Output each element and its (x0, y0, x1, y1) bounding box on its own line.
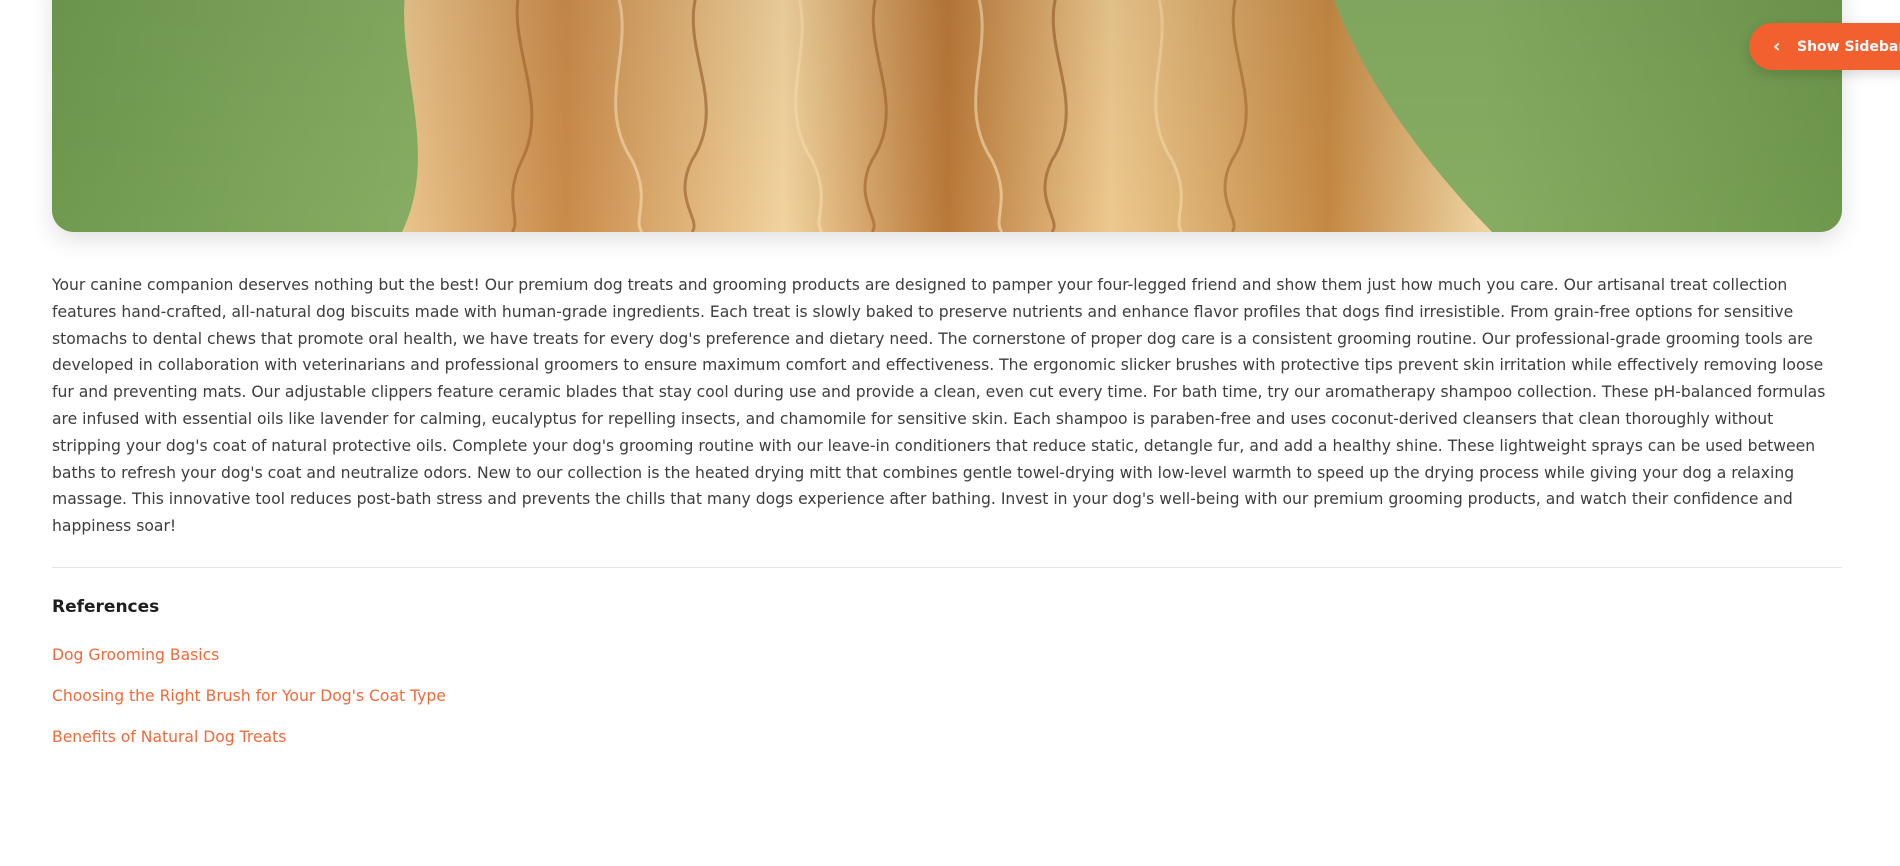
references-heading: References (52, 597, 160, 617)
list-item: Choosing the Right Brush for Your Dog's … (52, 687, 446, 728)
hero-image (52, 0, 1842, 232)
reference-link-choosing-brush[interactable]: Choosing the Right Brush for Your Dog's … (52, 687, 446, 705)
dog-fur-image (52, 0, 1842, 232)
show-sidebar-label: Show Sidebar (1797, 38, 1900, 55)
references-list: Dog Grooming Basics Choosing the Right B… (52, 646, 446, 769)
reference-link-natural-treats[interactable]: Benefits of Natural Dog Treats (52, 728, 286, 746)
article-body: Your canine companion deserves nothing b… (52, 276, 1826, 536)
section-divider (52, 567, 1842, 568)
list-item: Benefits of Natural Dog Treats (52, 728, 446, 769)
chevron-left-icon: ‹ (1773, 35, 1781, 57)
reference-link-dog-grooming-basics[interactable]: Dog Grooming Basics (52, 646, 219, 664)
list-item: Dog Grooming Basics (52, 646, 446, 687)
article-page: ‹ Show Sidebar Your canine companion des… (0, 0, 1900, 866)
show-sidebar-button[interactable]: ‹ Show Sidebar (1749, 23, 1900, 70)
